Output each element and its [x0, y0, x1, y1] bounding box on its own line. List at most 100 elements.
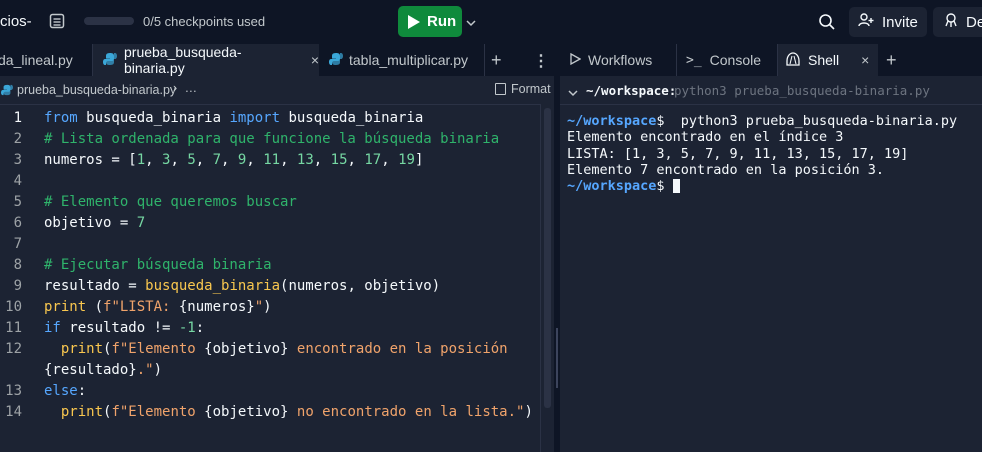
code-token: # Elemento que queremos buscar — [44, 194, 297, 210]
tab-workflows[interactable]: Workflows — [560, 44, 677, 76]
run-button[interactable]: Run — [398, 6, 462, 37]
new-tab-plus-icon[interactable]: + — [886, 50, 897, 71]
code-line[interactable]: 6 objetivo = 7 — [0, 213, 540, 234]
line-number: 1 — [13, 110, 22, 126]
run-options-chevron-icon[interactable] — [466, 15, 476, 33]
checkpoint-label: 0/5 checkpoints used — [143, 14, 266, 29]
code-token: 5 — [187, 152, 196, 168]
code-token: busqueda_binaria — [280, 110, 424, 126]
breadcrumb-file[interactable]: prueba_busqueda-binaria.py — [17, 83, 176, 97]
add-user-icon — [858, 12, 874, 33]
format-button[interactable]: Format — [495, 82, 551, 96]
line-number: 6 — [13, 215, 22, 231]
code-editor[interactable]: 1 from busqueda_binaria import busqueda_b… — [0, 108, 540, 452]
code-token: " — [254, 299, 264, 315]
code-line[interactable]: 13 else: — [0, 381, 540, 402]
code-line[interactable]: 2 # Lista ordenada para que funcione la b… — [0, 129, 540, 150]
line-number: 8 — [13, 257, 22, 273]
editor-tab-bar: da_lineal.py prueba_busqueda-binaria.py … — [0, 44, 554, 76]
editor-scrollbar[interactable] — [540, 104, 555, 452]
tab-prueba-busqueda-binaria[interactable]: prueba_busqueda-binaria.py × — [93, 44, 319, 76]
code-text: {resultado}.") — [44, 360, 162, 381]
code-token: objetivo = — [44, 215, 137, 231]
more-options-icon[interactable]: ⋮ — [533, 51, 549, 71]
tab-lineal[interactable]: da_lineal.py — [0, 44, 93, 76]
code-token: : — [77, 383, 87, 399]
code-token: {resultado} — [44, 362, 137, 378]
code-line[interactable]: {resultado}.") — [0, 360, 540, 381]
play-icon — [408, 14, 420, 29]
code-line[interactable]: 7 — [0, 234, 540, 255]
code-token: , — [381, 152, 399, 168]
code-text: # Ejecutar búsqueda binaria — [44, 255, 272, 276]
tab-tabla-multiplicar[interactable]: tabla_multiplicar.py — [320, 44, 485, 76]
code-token: {objetivo} — [204, 404, 289, 420]
code-text: print(f"Elemento {objetivo} encontrado e… — [44, 339, 508, 360]
code-token: , — [313, 152, 331, 168]
invite-label: Invite — [882, 13, 918, 31]
code-line[interactable]: 1 from busqueda_binaria import busqueda_b… — [0, 108, 540, 129]
search-icon[interactable] — [818, 13, 836, 36]
tab-shell[interactable]: Shell × — [778, 44, 878, 76]
code-text: print(f"Elemento {objetivo} no encontrad… — [44, 402, 533, 423]
code-token: , — [170, 152, 188, 168]
code-token: (numeros, objetivo) — [280, 278, 441, 294]
line-number: 12 — [5, 341, 22, 357]
code-line[interactable]: 11 if resultado != -1: — [0, 318, 540, 339]
deploy-icon — [943, 12, 959, 33]
code-token: 15 — [330, 152, 348, 168]
code-token: 13 — [296, 152, 314, 168]
code-line[interactable]: 9 resultado = busqueda_binaria(numeros, o… — [0, 276, 540, 297]
tab-console[interactable]: >_ Console — [677, 44, 778, 76]
code-token: f"Elemento — [111, 341, 205, 357]
code-line[interactable]: 5 # Elemento que queremos buscar — [0, 192, 540, 213]
code-token: print — [44, 299, 87, 315]
shell-pane — [560, 44, 982, 452]
line-number: 11 — [5, 320, 22, 336]
code-token: from — [44, 110, 78, 126]
files-icon[interactable] — [48, 12, 66, 30]
close-tab-icon[interactable]: × — [311, 52, 319, 68]
scrollbar-thumb[interactable] — [544, 108, 551, 408]
code-token: ] — [414, 152, 424, 168]
code-token: resultado = — [44, 278, 146, 294]
top-bar: cios- 0/5 checkpoints used Run Invite De — [0, 0, 982, 44]
breadcrumb-more[interactable]: › … — [173, 81, 197, 95]
code-token: ( — [86, 299, 104, 315]
resize-handle[interactable] — [556, 328, 558, 388]
code-text: if resultado != -1: — [44, 318, 204, 339]
code-text: # Lista ordenada para que funcione la bú… — [44, 129, 499, 150]
code-token: busqueda_binaria — [77, 110, 230, 126]
line-number: 7 — [13, 236, 22, 252]
code-line[interactable]: 4 — [0, 171, 540, 192]
project-name[interactable]: cios- — [0, 13, 32, 30]
deploy-button[interactable]: De — [933, 7, 982, 37]
code-text: numeros = [1, 3, 5, 7, 9, 11, 13, 15, 17… — [44, 150, 423, 171]
code-token: , — [280, 152, 297, 168]
code-token: encontrado en la posición — [288, 341, 508, 357]
code-token: , — [347, 152, 365, 168]
python-icon — [329, 52, 343, 69]
code-token: ) — [263, 299, 272, 315]
close-tab-icon[interactable]: × — [861, 52, 869, 68]
code-token: # Ejecutar búsqueda binaria — [44, 257, 272, 273]
breadcrumb-ellipsis: … — [184, 81, 198, 95]
code-token: busqueda_binaria — [145, 278, 281, 294]
code-token: {objetivo} — [204, 341, 289, 357]
chevron-down-icon[interactable] — [568, 85, 578, 103]
line-number: 9 — [13, 278, 22, 294]
line-number: 14 — [5, 404, 22, 420]
code-line[interactable]: 10 print (f"LISTA: {numeros}") — [0, 297, 540, 318]
code-line[interactable]: 14 print(f"Elemento {objetivo} no encont… — [0, 402, 540, 423]
code-token: 17 — [364, 152, 382, 168]
code-line[interactable]: 8 # Ejecutar búsqueda binaria — [0, 255, 540, 276]
code-line[interactable]: 3 numeros = [1, 3, 5, 7, 9, 11, 13, 15, 1… — [0, 150, 540, 171]
code-token: 11 — [263, 152, 281, 168]
code-token: , — [195, 152, 213, 168]
invite-button[interactable]: Invite — [849, 7, 927, 37]
code-line[interactable]: 12 print(f"Elemento {objetivo} encontrad… — [0, 339, 540, 360]
code-token: , — [221, 152, 238, 168]
code-token: f"LISTA: — [103, 299, 179, 315]
code-text: else: — [44, 381, 86, 402]
new-tab-plus-icon[interactable]: + — [491, 50, 502, 71]
